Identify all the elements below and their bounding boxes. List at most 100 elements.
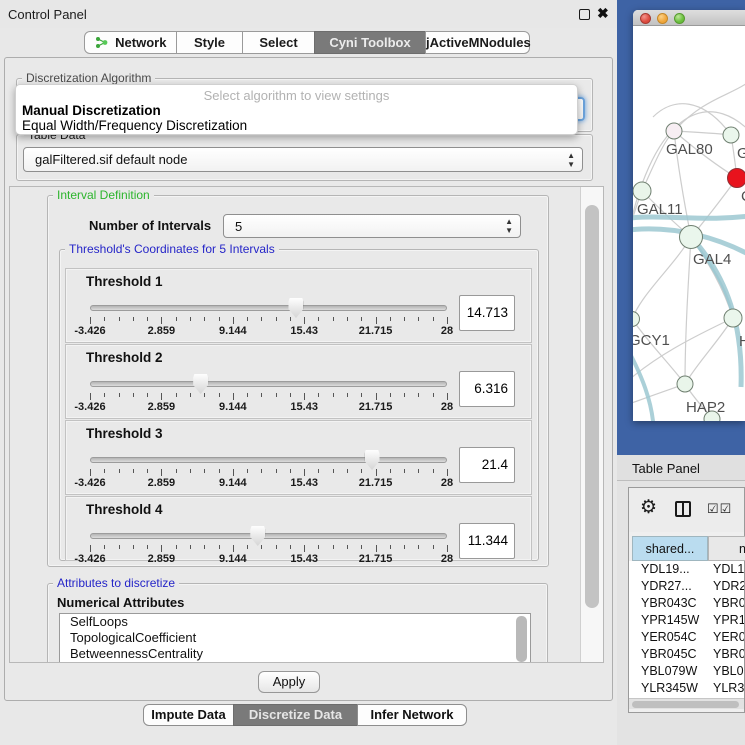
slider-tick bbox=[133, 545, 134, 549]
cell-name: YLR3 bbox=[713, 680, 744, 697]
threshold-value-field[interactable]: 6.316 bbox=[459, 371, 515, 407]
tab-select[interactable]: Select bbox=[242, 31, 315, 54]
algorithm-option-manual[interactable]: Manual Discretization bbox=[22, 103, 161, 118]
threshold-slider-handle[interactable] bbox=[365, 450, 380, 470]
network-node[interactable] bbox=[677, 376, 693, 392]
table-row[interactable]: YDL19...YDL1 bbox=[629, 561, 744, 578]
network-node[interactable] bbox=[666, 123, 682, 139]
slider-scale-label: 21.715 bbox=[359, 401, 393, 413]
slider-tick bbox=[261, 469, 262, 473]
network-node[interactable] bbox=[728, 169, 745, 188]
tab-network[interactable]: Network bbox=[84, 31, 177, 54]
tab-infer-network[interactable]: Infer Network bbox=[357, 704, 467, 726]
network-node-label: HAP2 bbox=[686, 399, 725, 416]
threshold-slider-track[interactable] bbox=[90, 533, 447, 539]
columns-icon[interactable] bbox=[675, 501, 691, 517]
table-row[interactable]: YBR045CYBR0 bbox=[629, 646, 744, 663]
numerical-attributes-list[interactable]: SelfLoopsTopologicalCoefficientBetweenne… bbox=[59, 613, 531, 663]
network-node[interactable] bbox=[633, 312, 640, 327]
slider-tick bbox=[276, 393, 277, 397]
algorithm-placeholder-item[interactable]: Select algorithm to view settings bbox=[16, 88, 577, 103]
slider-scale-label: -3.426 bbox=[74, 477, 105, 489]
threshold-slider-handle[interactable] bbox=[288, 298, 303, 318]
close-icon[interactable]: ✖ bbox=[597, 5, 609, 22]
slider-tick bbox=[104, 545, 105, 549]
threshold-slider-handle[interactable] bbox=[193, 374, 208, 394]
threshold-slider-handle[interactable] bbox=[250, 526, 265, 546]
minimize-traffic-light-icon[interactable] bbox=[657, 13, 668, 24]
table-hscrollbar[interactable] bbox=[629, 698, 744, 709]
threshold-value-field[interactable]: 21.4 bbox=[459, 447, 515, 483]
cell-shared-name: YBL079W bbox=[641, 663, 697, 680]
slider-tick bbox=[318, 317, 319, 321]
attribute-list-item[interactable]: TopologicalCoefficient bbox=[60, 630, 530, 646]
threshold-value-field[interactable]: 11.344 bbox=[459, 523, 515, 559]
column-header-shared[interactable]: shared... bbox=[632, 536, 708, 561]
gear-icon[interactable]: ⚙ bbox=[640, 496, 657, 519]
tab-jactivemnodules[interactable]: jActiveMNodules bbox=[425, 31, 530, 54]
threshold-slider-track[interactable] bbox=[90, 457, 447, 463]
slider-tick bbox=[333, 317, 334, 321]
slider-tick bbox=[261, 545, 262, 549]
tab-discretize-data[interactable]: Discretize Data bbox=[233, 704, 358, 726]
slider-tick bbox=[233, 317, 234, 324]
table-row[interactable]: YLR345WYLR3 bbox=[629, 680, 744, 697]
network-node-label: C bbox=[741, 188, 745, 205]
tab-style[interactable]: Style bbox=[176, 31, 243, 54]
slider-tick bbox=[361, 545, 362, 549]
algorithm-dropdown-popup: Select algorithm to view settings Manual… bbox=[15, 84, 578, 135]
slider-scale-label: 15.43 bbox=[290, 325, 318, 337]
threshold-slider-track[interactable] bbox=[90, 305, 447, 311]
network-node-label: GAL11 bbox=[637, 201, 683, 218]
slider-tick bbox=[261, 393, 262, 397]
attribute-list-item[interactable]: SelfLoops bbox=[60, 614, 530, 630]
cell-name: YBR0 bbox=[713, 595, 744, 612]
table-row[interactable]: YBL079WYBL0 bbox=[629, 663, 744, 680]
table-row[interactable]: YPR145WYPR1 bbox=[629, 612, 744, 629]
tab-cyni-toolbox[interactable]: Cyni Toolbox bbox=[314, 31, 426, 54]
network-node[interactable] bbox=[724, 309, 742, 327]
column-header-name[interactable]: na... bbox=[708, 536, 745, 561]
slider-tick bbox=[104, 393, 105, 397]
slider-tick bbox=[276, 545, 277, 549]
slider-tick bbox=[233, 469, 234, 476]
control-panel-titlebar: Control Panel ✖ bbox=[0, 0, 617, 28]
table-data-combobox[interactable]: galFiltered.sif default node ▲▼ bbox=[23, 147, 583, 172]
zoom-traffic-light-icon[interactable] bbox=[674, 13, 685, 24]
network-canvas[interactable]: GAL80GACGAL11GAL4GCY1HHAP2 bbox=[633, 27, 745, 421]
attribute-list-item[interactable]: BetweennessCentrality bbox=[60, 646, 530, 662]
table-row[interactable]: YER054CYER0 bbox=[629, 629, 744, 646]
settings-scrollbar[interactable] bbox=[580, 187, 603, 662]
checkbox-icons[interactable]: ☑☑ bbox=[707, 501, 732, 517]
slider-tick bbox=[90, 393, 91, 400]
settings-scrollbar-thumb[interactable] bbox=[585, 205, 599, 608]
slider-tick bbox=[161, 545, 162, 552]
tab-cyni-toolbox-label: Cyni Toolbox bbox=[329, 35, 410, 50]
network-node[interactable] bbox=[723, 127, 739, 143]
slider-tick bbox=[233, 393, 234, 400]
network-node[interactable] bbox=[680, 226, 703, 249]
table-rows[interactable]: YDL19...YDL1YDR27...YDR2YBR043CYBR0YPR14… bbox=[629, 561, 744, 698]
threshold-value-field[interactable]: 14.713 bbox=[459, 295, 515, 331]
slider-scale-label: 28 bbox=[441, 553, 453, 565]
close-traffic-light-icon[interactable] bbox=[640, 13, 651, 24]
slider-tick bbox=[190, 317, 191, 321]
float-window-icon[interactable] bbox=[579, 9, 590, 20]
threshold-slider-track[interactable] bbox=[90, 381, 447, 387]
network-icon bbox=[95, 37, 112, 52]
apply-button[interactable]: Apply bbox=[258, 671, 320, 693]
slider-tick bbox=[133, 469, 134, 473]
number-of-intervals-combobox[interactable]: 5 ▲▼ bbox=[223, 214, 521, 238]
tab-impute-data[interactable]: Impute Data bbox=[143, 704, 234, 726]
table-hscrollbar-thumb[interactable] bbox=[632, 701, 739, 708]
table-row[interactable]: YBR043CYBR0 bbox=[629, 595, 744, 612]
slider-tick bbox=[190, 545, 191, 549]
tab-infer-network-label: Infer Network bbox=[370, 707, 453, 722]
numerical-attributes-heading: Numerical Attributes bbox=[57, 595, 184, 610]
node-table: ⚙ ☑☑ shared... na... YDL19...YDL1YDR27..… bbox=[628, 487, 745, 713]
algorithm-option-equal-width[interactable]: Equal Width/Frequency Discretization bbox=[22, 118, 247, 133]
slider-tick bbox=[233, 545, 234, 552]
attributes-scrollbar-thumb[interactable] bbox=[516, 616, 527, 662]
table-row[interactable]: YDR27...YDR2 bbox=[629, 578, 744, 595]
network-node[interactable] bbox=[633, 182, 651, 200]
